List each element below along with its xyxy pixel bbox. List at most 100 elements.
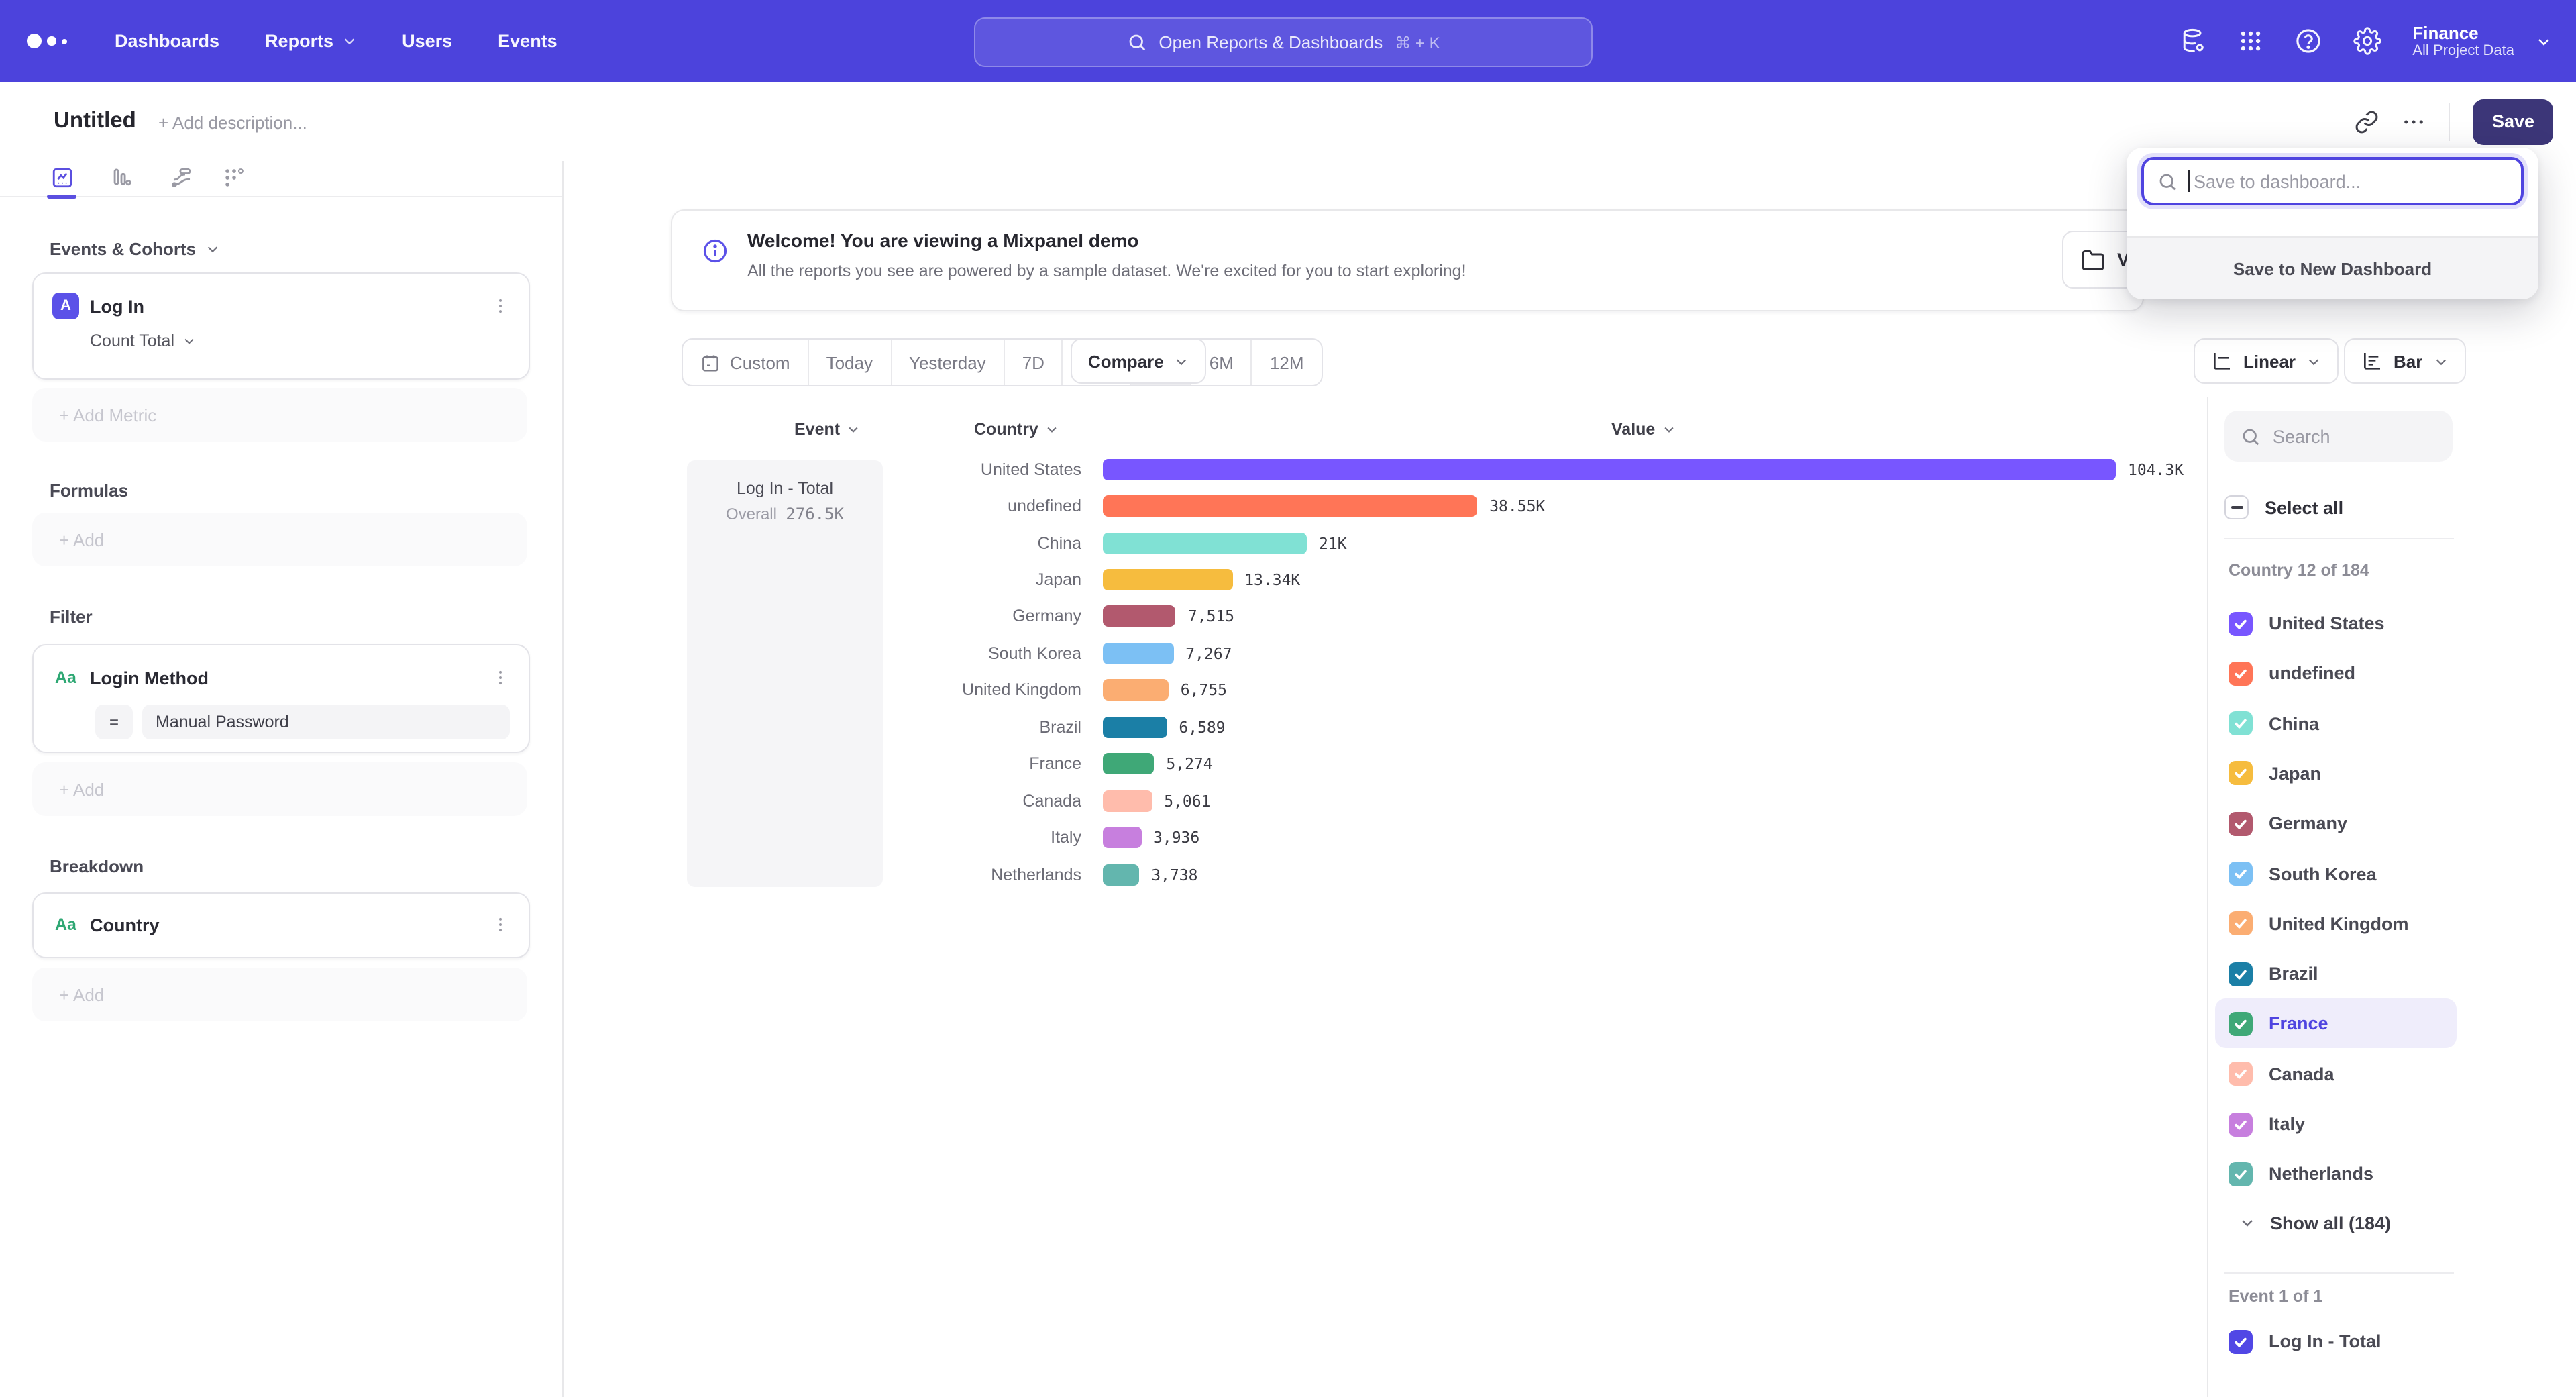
legend-item-japan[interactable]: Japan xyxy=(2215,749,2457,798)
legend-item-united-states[interactable]: United States xyxy=(2215,599,2457,648)
bar[interactable] xyxy=(1103,532,1307,554)
tab-funnels[interactable] xyxy=(110,166,133,189)
legend-checkbox[interactable] xyxy=(2229,962,2253,986)
data-management-icon[interactable] xyxy=(2179,27,2207,55)
legend-search-input[interactable]: Search xyxy=(2224,411,2453,462)
legend-item-italy[interactable]: Italy xyxy=(2215,1099,2457,1149)
country-section-label: Country 12 of 184 xyxy=(2229,561,2369,580)
select-all-checkbox[interactable] xyxy=(2224,495,2249,519)
events-cohorts-header[interactable]: Events & Cohorts xyxy=(50,239,220,259)
legend-checkbox[interactable] xyxy=(2229,662,2253,686)
filter-operator[interactable]: = xyxy=(95,705,133,739)
tab-flows[interactable] xyxy=(170,166,193,189)
legend-item-germany[interactable]: Germany xyxy=(2215,798,2457,848)
value-column-header[interactable]: Value xyxy=(1611,420,1675,439)
add-metric-button[interactable]: + Add Metric xyxy=(32,388,527,442)
legend-checkbox[interactable] xyxy=(2229,1112,2253,1136)
legend-label: France xyxy=(2269,1014,2328,1034)
legend-item-france[interactable]: France xyxy=(2215,999,2457,1049)
save-dashboard-search-input[interactable]: Save to dashboard... xyxy=(2141,157,2524,205)
range-yesterday[interactable]: Yesterday xyxy=(892,340,1005,385)
legend-checkbox[interactable] xyxy=(2229,1012,2253,1036)
legend-checkbox[interactable] xyxy=(2229,1329,2253,1353)
metric-menu-icon[interactable] xyxy=(491,297,510,315)
save-to-dashboard-popup: Save to dashboard... Save to New Dashboa… xyxy=(2127,148,2538,299)
metric-aggregation[interactable]: Count Total xyxy=(90,331,529,350)
breakdown-card-country[interactable]: Aa Country xyxy=(32,892,530,958)
bar[interactable] xyxy=(1103,569,1232,590)
legend-item-brazil[interactable]: Brazil xyxy=(2215,949,2457,998)
bar-value-label: 7,515 xyxy=(1188,607,1234,626)
legend-checkbox[interactable] xyxy=(2229,762,2253,786)
search-shortcut: ⌘ + K xyxy=(1395,33,1440,52)
legend-item-united-kingdom[interactable]: United Kingdom xyxy=(2215,899,2457,949)
chart-type-dropdown[interactable]: Bar xyxy=(2344,338,2465,384)
copy-link-icon[interactable] xyxy=(2355,109,2379,134)
country-column-header[interactable]: Country xyxy=(974,420,1059,439)
filter-menu-icon[interactable] xyxy=(491,668,510,687)
info-icon xyxy=(702,238,729,264)
global-search-bar[interactable]: Open Reports & Dashboards ⌘ + K xyxy=(974,17,1593,67)
bar[interactable] xyxy=(1103,790,1152,811)
legend-label: Germany xyxy=(2269,813,2347,833)
legend-checkbox[interactable] xyxy=(2229,862,2253,886)
filter-value[interactable]: Manual Password xyxy=(142,705,510,739)
bar[interactable] xyxy=(1103,864,1139,885)
range-12m[interactable]: 12M xyxy=(1252,340,1322,385)
legend-checkbox[interactable] xyxy=(2229,811,2253,835)
bar[interactable] xyxy=(1103,827,1141,848)
nav-item-users[interactable]: Users xyxy=(402,31,452,51)
filter-card-login-method[interactable]: Aa Login Method = Manual Password xyxy=(32,644,530,753)
range-7d[interactable]: 7D xyxy=(1005,340,1063,385)
folder-icon xyxy=(2081,248,2105,272)
bar[interactable] xyxy=(1103,495,1477,517)
legend-checkbox[interactable] xyxy=(2229,1162,2253,1186)
project-switcher[interactable]: Finance All Project Data xyxy=(2412,22,2552,60)
breakdown-menu-icon[interactable] xyxy=(491,915,510,934)
compare-button[interactable]: Compare xyxy=(1071,338,1207,384)
nav-item-events[interactable]: Events xyxy=(498,31,557,51)
show-all-button[interactable]: Show all (184) xyxy=(2239,1198,2391,1247)
add-formula-button[interactable]: + Add xyxy=(32,513,527,566)
bar[interactable] xyxy=(1103,643,1173,664)
legend-item-canada[interactable]: Canada xyxy=(2215,1049,2457,1098)
legend-checkbox[interactable] xyxy=(2229,611,2253,635)
legend-checkbox[interactable] xyxy=(2229,1062,2253,1086)
project-name: Finance xyxy=(2412,22,2514,42)
select-all-row[interactable]: Select all xyxy=(2224,486,2343,529)
legend-item-netherlands[interactable]: Netherlands xyxy=(2215,1149,2457,1199)
metric-card-log-in[interactable]: A Log In Count Total xyxy=(32,272,530,380)
legend-checkbox[interactable] xyxy=(2229,912,2253,936)
legend-item-undefined[interactable]: undefined xyxy=(2215,649,2457,698)
value-scale-dropdown[interactable]: Linear xyxy=(2194,338,2339,384)
add-filter-button[interactable]: + Add xyxy=(32,762,527,816)
help-icon[interactable] xyxy=(2294,27,2322,55)
event-column-header[interactable]: Event xyxy=(794,420,860,439)
mixpanel-logo-icon[interactable] xyxy=(27,34,66,48)
range-custom[interactable]: Custom xyxy=(683,340,809,385)
legend-item-south-korea[interactable]: South Korea xyxy=(2215,849,2457,898)
bar-category-label: South Korea xyxy=(888,644,1081,663)
tab-retention[interactable] xyxy=(223,166,246,189)
bar[interactable] xyxy=(1103,606,1176,627)
divider xyxy=(2224,538,2454,539)
legend-checkbox[interactable] xyxy=(2229,711,2253,735)
tab-insights[interactable] xyxy=(51,166,74,189)
bar[interactable] xyxy=(1103,458,2116,480)
add-description-placeholder[interactable]: + Add description... xyxy=(158,113,307,133)
legend-item-china[interactable]: China xyxy=(2215,698,2457,748)
bar[interactable] xyxy=(1103,680,1169,701)
report-title[interactable]: Untitled xyxy=(54,109,136,134)
range-today[interactable]: Today xyxy=(809,340,892,385)
bar[interactable] xyxy=(1103,754,1154,775)
save-button[interactable]: Save xyxy=(2473,99,2553,144)
settings-gear-icon[interactable] xyxy=(2353,27,2381,55)
nav-item-dashboards[interactable]: Dashboards xyxy=(115,31,219,51)
nav-item-reports[interactable]: Reports xyxy=(265,31,356,51)
save-to-new-dashboard-button[interactable]: Save to New Dashboard xyxy=(2127,236,2538,299)
apps-grid-icon[interactable] xyxy=(2238,28,2263,54)
add-breakdown-button[interactable]: + Add xyxy=(32,968,527,1021)
legend-event-log-in---total[interactable]: Log In - Total xyxy=(2215,1316,2457,1366)
bar[interactable] xyxy=(1103,717,1167,738)
more-options-icon[interactable] xyxy=(2402,109,2426,134)
